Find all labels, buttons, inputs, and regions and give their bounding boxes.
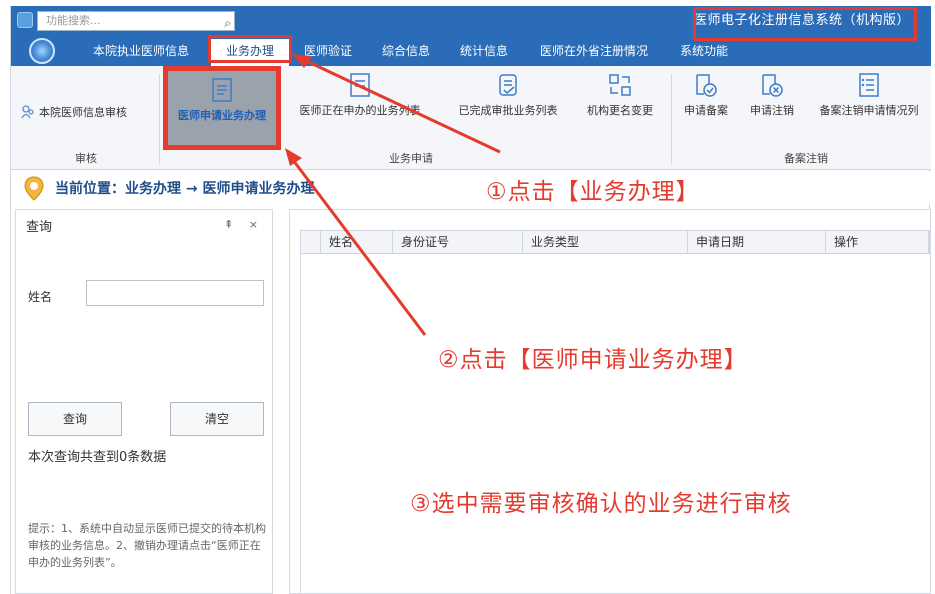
- column-header-id[interactable]: 身份证号: [393, 231, 523, 253]
- completed-list-button[interactable]: 已完成审批业务列表: [445, 72, 571, 142]
- hint-text: 提示：1、系统中自动显示医师已提交的待本机构审核的业务信息。2、撤销办理请点击“…: [28, 522, 266, 569]
- menu-item-statistics[interactable]: 统计信息: [451, 36, 517, 66]
- doctor-apply-business-button[interactable]: 医师申请业务办理: [163, 66, 281, 150]
- name-label: 姓名: [28, 290, 53, 304]
- document-check-icon: [499, 74, 517, 96]
- menu-item-other-province[interactable]: 医师在外省注册情况: [529, 36, 659, 66]
- in-progress-list-label: 医师正在申办的业务列表: [299, 104, 421, 117]
- app-logo-icon[interactable]: [29, 38, 55, 64]
- completed-list-label: 已完成审批业务列表: [458, 104, 558, 117]
- annotation-step2: ②点击【医师申请业务办理】: [438, 347, 748, 373]
- highlight-business-menu: [208, 35, 292, 63]
- result-count: 本次查询共查到0条数据: [28, 450, 167, 465]
- record-cancel-icon: [762, 74, 783, 97]
- search-button[interactable]: 查询: [28, 402, 122, 436]
- column-header-name[interactable]: 姓名: [321, 231, 393, 253]
- group-separator: [159, 74, 160, 164]
- location-bar: 当前位置：业务办理 → 医师申请业务办理: [11, 172, 931, 204]
- highlight-app-title: [693, 7, 917, 41]
- search-input[interactable]: 功能搜索... ⌕: [37, 11, 235, 31]
- annotation-step3: ③选中需要审核确认的业务进行审核: [410, 491, 792, 517]
- breadcrumb: 当前位置：业务办理 → 医师申请业务办理: [55, 181, 315, 197]
- org-rename-label: 机构更名变更: [587, 104, 653, 117]
- menu-item-hospital-doctors[interactable]: 本院执业医师信息: [81, 36, 201, 66]
- group-label-record: 备案注销: [784, 152, 828, 165]
- group-label-apply: 业务申请: [389, 152, 433, 165]
- clear-button[interactable]: 清空: [170, 402, 264, 436]
- app-icon: [17, 12, 33, 28]
- column-header-action[interactable]: 操作: [826, 231, 929, 253]
- location-pin-icon: [24, 176, 44, 201]
- grid-header: 姓名 身份证号 业务类型 申请日期 操作: [300, 230, 930, 254]
- menu-item-general-info[interactable]: 综合信息: [373, 36, 439, 66]
- apply-cancel-label: 申请注销: [750, 104, 794, 117]
- document-list-icon: [350, 73, 370, 97]
- query-panel-title: 查询: [26, 220, 53, 235]
- audit-doctor-info-label: 本院医师信息审核: [39, 106, 127, 119]
- query-panel: 查询 ⇞ × 姓名 查询 清空 本次查询共查到0条数据 提示：1、系统中自动显示…: [15, 209, 273, 594]
- document-edit-icon: [212, 78, 232, 102]
- search-placeholder: 功能搜索...: [46, 14, 101, 27]
- column-header-date[interactable]: 申请日期: [688, 231, 826, 253]
- doctor-apply-business-label: 医师申请业务办理: [178, 109, 266, 122]
- record-check-icon: [696, 74, 717, 97]
- menu-item-verify[interactable]: 医师验证: [295, 36, 361, 66]
- org-rename-button[interactable]: 机构更名变更: [575, 72, 665, 142]
- name-input[interactable]: [86, 280, 264, 306]
- row-selector-header: [301, 231, 321, 253]
- checklist-icon: [859, 73, 879, 97]
- group-label-audit: 审核: [75, 152, 97, 165]
- panel-pin-close-icon[interactable]: ⇞ ×: [224, 218, 264, 231]
- audit-doctor-info-button[interactable]: 本院医师信息审核: [21, 104, 127, 120]
- search-icon[interactable]: ⌕: [224, 14, 231, 32]
- apply-cancel-button[interactable]: 申请注销: [741, 72, 803, 142]
- ribbon-toolbar: 本院医师信息审核 审核 医师申请业务办理 医师正在申办的业务列表 已完成审批业务…: [11, 66, 931, 170]
- rename-icon: [609, 74, 631, 96]
- apply-record-label: 申请备案: [684, 104, 728, 117]
- group-separator: [671, 74, 672, 164]
- user-icon: [21, 105, 34, 119]
- record-cancel-status-button[interactable]: 备案注销申请情况列: [807, 72, 931, 142]
- grid-body[interactable]: [300, 254, 930, 594]
- in-progress-list-button[interactable]: 医师正在申办的业务列表: [285, 72, 435, 142]
- record-cancel-status-label: 备案注销申请情况列: [819, 104, 919, 117]
- column-header-type[interactable]: 业务类型: [523, 231, 688, 253]
- apply-record-button[interactable]: 申请备案: [675, 72, 737, 142]
- annotation-step1: ①点击【业务办理】: [486, 179, 700, 205]
- business-grid: 姓名 身份证号 业务类型 申请日期 操作: [289, 209, 931, 594]
